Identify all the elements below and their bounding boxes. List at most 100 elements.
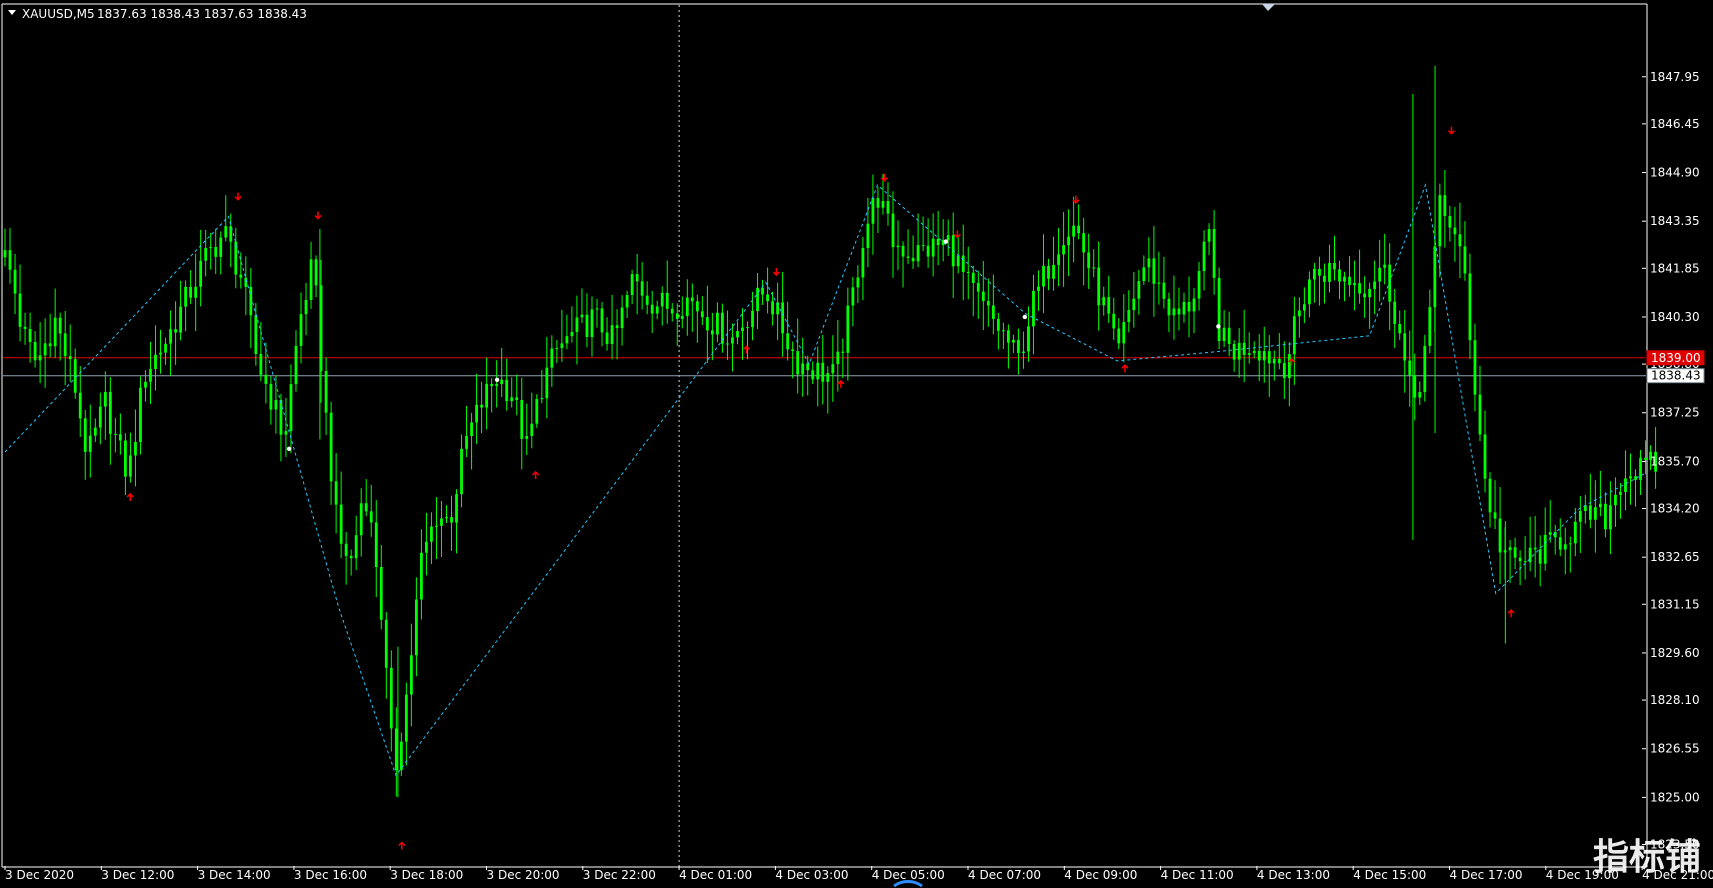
candle-body: [1548, 532, 1552, 535]
y-tick-label: 1840.30: [1650, 310, 1700, 324]
candle-body: [625, 295, 629, 308]
candle-body: [996, 318, 1000, 331]
candle-body: [1277, 358, 1281, 364]
candle-body: [28, 328, 32, 342]
chart-window[interactable]: XAUUSD,M5 1837.63 1838.43 1837.63 1838.4…: [0, 0, 1713, 888]
candle-body: [971, 272, 975, 284]
candle-body: [420, 552, 423, 600]
candle-body: [33, 341, 37, 361]
candle-body: [856, 277, 860, 288]
candle-body: [394, 728, 398, 771]
y-tick-label: 1834.20: [1650, 502, 1700, 516]
candle-body: [986, 301, 990, 306]
candle-body: [409, 655, 413, 695]
candle-body: [445, 517, 448, 519]
candle-body: [836, 351, 840, 365]
candle-body: [8, 250, 12, 270]
candle-body: [88, 435, 92, 452]
candle-body: [881, 201, 885, 208]
candle-body: [665, 292, 669, 309]
candle-body: [1398, 323, 1402, 334]
candle-body: [144, 381, 147, 388]
candle-body: [134, 441, 137, 456]
candle-body: [1287, 354, 1291, 379]
candle-body: [545, 367, 549, 399]
y-tick-label: 1837.25: [1650, 406, 1700, 420]
candle-body: [610, 325, 614, 345]
candle-body: [164, 343, 167, 353]
zigzag-marker: [494, 377, 500, 382]
candle-body: [214, 247, 218, 257]
candle-body: [680, 316, 684, 319]
candle-body: [1257, 350, 1261, 361]
x-tick-label: 3 Dec 22:00: [583, 868, 656, 882]
candle-body: [274, 399, 278, 410]
candle-body: [1358, 283, 1361, 294]
y-tick-label: 1828.10: [1650, 693, 1700, 707]
candle-body: [821, 362, 825, 382]
candle-body: [1247, 353, 1251, 355]
candle-body: [309, 259, 313, 300]
x-tick-label: 3 Dec 20:00: [487, 868, 560, 882]
red-price-label-text: 1839.00: [1651, 351, 1701, 365]
candle-body: [841, 351, 845, 353]
candle-body: [73, 359, 77, 393]
candle-body: [124, 440, 127, 477]
candle-body: [58, 317, 62, 334]
candle-body: [741, 327, 744, 332]
candle-body: [866, 223, 870, 249]
y-tick-label: 1846.45: [1650, 117, 1700, 131]
y-tick-label: 1826.55: [1650, 742, 1700, 756]
candle-body: [505, 379, 509, 402]
candle-body: [1297, 310, 1301, 317]
candle-body: [1563, 544, 1567, 550]
candle-body: [1072, 225, 1076, 237]
candle-body: [490, 383, 494, 387]
x-tick-label: 4 Dec 15:00: [1353, 868, 1426, 882]
candle-body: [936, 238, 940, 246]
candle-body: [1363, 293, 1366, 298]
candle-body: [425, 541, 428, 553]
x-tick-label: 3 Dec 2020: [5, 868, 74, 882]
candle-body: [83, 418, 87, 452]
candle-body: [595, 308, 599, 310]
price-chart[interactable]: XAUUSD,M5 1837.63 1838.43 1837.63 1838.4…: [0, 0, 1713, 888]
candle-body: [1373, 281, 1377, 289]
candle-body: [93, 427, 97, 436]
candle-body: [510, 397, 514, 402]
candle-body: [384, 619, 388, 668]
candle-body: [1087, 252, 1091, 269]
candle-body: [876, 198, 880, 208]
zigzag-marker: [1216, 324, 1221, 329]
y-tick-label: 1843.35: [1650, 214, 1700, 228]
candle-body: [630, 274, 634, 296]
chart-title: XAUUSD,M5: [22, 7, 95, 21]
candle-body: [139, 387, 142, 442]
candle-body: [640, 281, 644, 296]
candle-body: [194, 286, 198, 298]
x-tick-label: 4 Dec 13:00: [1257, 868, 1330, 882]
candle-body: [174, 329, 177, 333]
candle-body: [1197, 271, 1201, 299]
candle-body: [304, 299, 308, 315]
candle-body: [1518, 557, 1522, 562]
y-tick-label: 1825.00: [1650, 790, 1700, 804]
x-tick-label: 4 Dec 09:00: [1064, 868, 1137, 882]
candle-body: [219, 237, 223, 257]
candle-body: [1227, 327, 1231, 344]
candle-body: [916, 245, 920, 262]
candle-body: [500, 379, 504, 385]
candle-body: [414, 599, 418, 656]
candle-body: [1523, 561, 1527, 563]
candle-body: [450, 517, 453, 523]
candle-body: [329, 412, 333, 482]
candle-body: [1097, 267, 1101, 306]
candle-body: [560, 343, 564, 349]
candle-body: [1057, 254, 1060, 265]
candle-body: [751, 311, 754, 328]
candle-body: [179, 306, 182, 333]
candle-body: [209, 247, 213, 249]
candle-body: [565, 336, 569, 344]
candle-body: [1598, 503, 1602, 508]
candle-body: [334, 481, 338, 505]
